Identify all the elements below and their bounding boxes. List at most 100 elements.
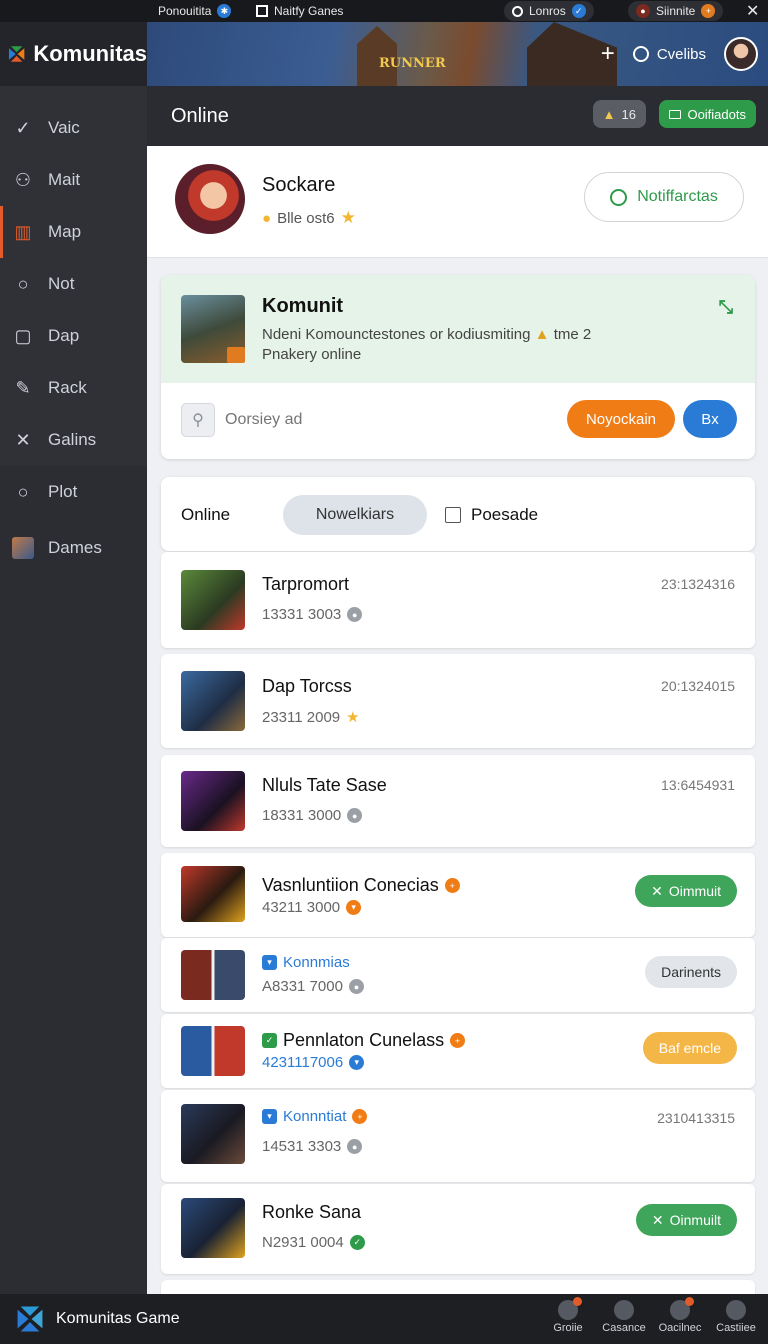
coin-icon: ● [348,979,364,994]
list-item[interactable]: Ronke Sana N2931 0004 ✓ ✕ Oinmuilt [161,1184,755,1274]
filter-checkbox[interactable]: Poesade [445,505,538,525]
bx-button[interactable]: Bx [683,400,737,438]
plus-icon: + [450,1033,466,1048]
chevron-down-icon: ▾ [262,1109,277,1124]
profile-card: Sockare ● Blle ost6 ★ Notiffarctas [147,146,768,258]
status-games[interactable]: Naitfy Ganes [256,0,343,22]
sidebar-item-dap[interactable]: ▢ Dap [0,310,147,362]
row-title: Ronke Sana [262,1202,362,1222]
game-thumbnail [181,950,245,1000]
komunit-card: Komunit Ndeni Komounctestones or kodiusm… [161,275,755,459]
doc-icon: ▢ [14,325,32,346]
nav-label: Casance [602,1322,646,1334]
komunit-desc-line1: Ndeni Komounctestones or kodiusmiting [262,326,531,343]
join-button-label: Oinmuilt [669,1212,721,1228]
row-title: Tarpromort [262,574,350,594]
bottom-nav: Komunitas Game Groiie Casance Oacilnec C… [0,1294,768,1344]
game-thumbnail [181,1198,245,1258]
user-avatar[interactable] [724,37,758,71]
profile-subtitle-row: ● Blle ost6 ★ [262,208,356,228]
expand-icon[interactable]: ⤡ [719,297,733,318]
list-item[interactable]: Vasnluntiion Conecias + 43211 3000 ▾ ✕ Oimm… [161,853,755,937]
noyockain-button[interactable]: Noyockain [567,400,675,438]
sidebar-item-not[interactable]: ○ Not [0,258,147,310]
grid-icon [256,5,268,17]
profile-avatar[interactable] [175,164,245,234]
baf-emcle-button[interactable]: Baf emcle [642,1032,737,1064]
notifications-button[interactable]: Notiffarctas [584,172,744,222]
komunit-desc-tail: tme 2 [553,326,592,343]
list-item[interactable]: Nluls Tate Sase 18331 3000 ● 13:6454931 [161,755,755,847]
komunit-title: Komunit [262,295,344,317]
nav-castiiee[interactable]: Castiiee [706,1300,766,1340]
close-icon[interactable]: ✕ [746,0,759,22]
sidebar-item-galins[interactable]: ✕ Galins [0,414,147,466]
filter-checkbox-label: Poesade [471,505,539,524]
notifications-button-label: Notiffarctas [637,188,718,205]
plus-icon: + [352,1109,368,1124]
row-subtitle: 4231117006 ▾ [262,1054,365,1071]
row-title: Konnmias [283,954,350,971]
komunit-search-input[interactable] [225,405,525,435]
chevron-down-icon: ▾ [346,900,362,915]
action-badge-label: Ooifiadots [687,106,746,122]
filter-tab[interactable]: Nowelkiars [283,495,427,535]
avatar-icon [12,537,34,559]
status-sinite[interactable]: ● Siinnite + [628,0,724,22]
sidebar-item-dames[interactable]: Dames [0,522,147,574]
sidebar-item-label: Galins [48,430,97,449]
brand[interactable]: Komunitas [0,22,147,86]
list-item[interactable]: ✓ Pennlaton Cunelass + 4231117006 ▾ Baf emc… [161,1014,755,1088]
join-button[interactable]: ✕ Oimmuit [635,875,737,907]
sidebar-item-map[interactable]: ▥ Map [0,206,147,258]
sidebar-item-plot[interactable]: ○ Plot [0,466,147,518]
plus-icon: + [701,4,716,18]
tools-icon: ✕ [651,1211,664,1228]
check-icon: ✓ [571,4,586,18]
search-icon [512,5,523,17]
join-button[interactable]: ✕ Oinmuilt [635,1204,737,1236]
darinents-button[interactable]: Darinents [645,956,737,988]
sidebar-item-rack[interactable]: ✎ Rack [0,362,147,414]
header-search[interactable]: Cvelibs [632,46,706,63]
komunit-thumbnail[interactable] [181,295,245,363]
tools-icon: ✕ [15,429,31,450]
list-item[interactable]: Dap Torcss 23311 2009 ★ 20:1324015 [161,654,755,748]
coin-icon: ● [347,808,363,823]
list-item[interactable] [161,1280,755,1294]
komunitas-logo-icon [8,46,25,62]
status-lonros[interactable]: Lonros ✓ [504,0,594,22]
nav-label: Castiiee [716,1322,756,1334]
row-subtitle: N2931 0004 ✓ [262,1234,365,1251]
coins-badge[interactable]: ▲ 16 [592,100,646,128]
coins-count: 16 [621,106,636,122]
sidebar-item-label: Mait [48,170,81,189]
add-icon[interactable]: + [601,40,615,68]
sidebar-item-label: Dames [48,538,102,557]
list-item[interactable]: ▾ Konnmias A8331 7000 ● Darinents [161,938,755,1012]
join-button-label: Oimmuit [668,883,721,899]
row-subtitle: A8331 7000 ● [262,978,364,995]
nav-casance[interactable]: Casance [594,1300,654,1340]
emoji-icon: ● [262,209,272,227]
nav-groiie[interactable]: Groiie [538,1297,598,1340]
sidebar-item-label: Map [48,222,82,241]
checkbox-box[interactable] [445,507,461,523]
search-icon[interactable]: ⚲ [181,403,215,437]
plus-icon: + [444,878,460,893]
list-item[interactable]: ▾ Konnntiat + 14531 3303 ● 2310413315 [161,1090,755,1182]
row-title: Vasnluntiion Conecias [262,875,439,895]
pen-icon: ✎ [15,377,31,398]
warning-icon: ▲ [534,326,550,343]
nav-oacilnec[interactable]: Oacilnec [650,1297,710,1340]
header-banner: RUNNER + Cvelibs [147,22,768,86]
action-badge[interactable]: Ooifiadots [659,100,756,128]
bottom-brand[interactable]: Komunitas Game [16,1294,180,1344]
sidebar-item-mait[interactable]: ⚇ Mait [0,154,147,206]
list-item[interactable]: Tarpromort 13331 3003 ● 23:1324316 [161,552,755,648]
trophy-icon: ▲ [602,106,616,122]
status-sinite-label: Siinnite [656,4,696,18]
sidebar-item-vaic[interactable]: ✓ Vaic [0,102,147,154]
gear-icon[interactable]: ✱ [217,4,232,18]
banner-sign: RUNNER [379,56,446,71]
